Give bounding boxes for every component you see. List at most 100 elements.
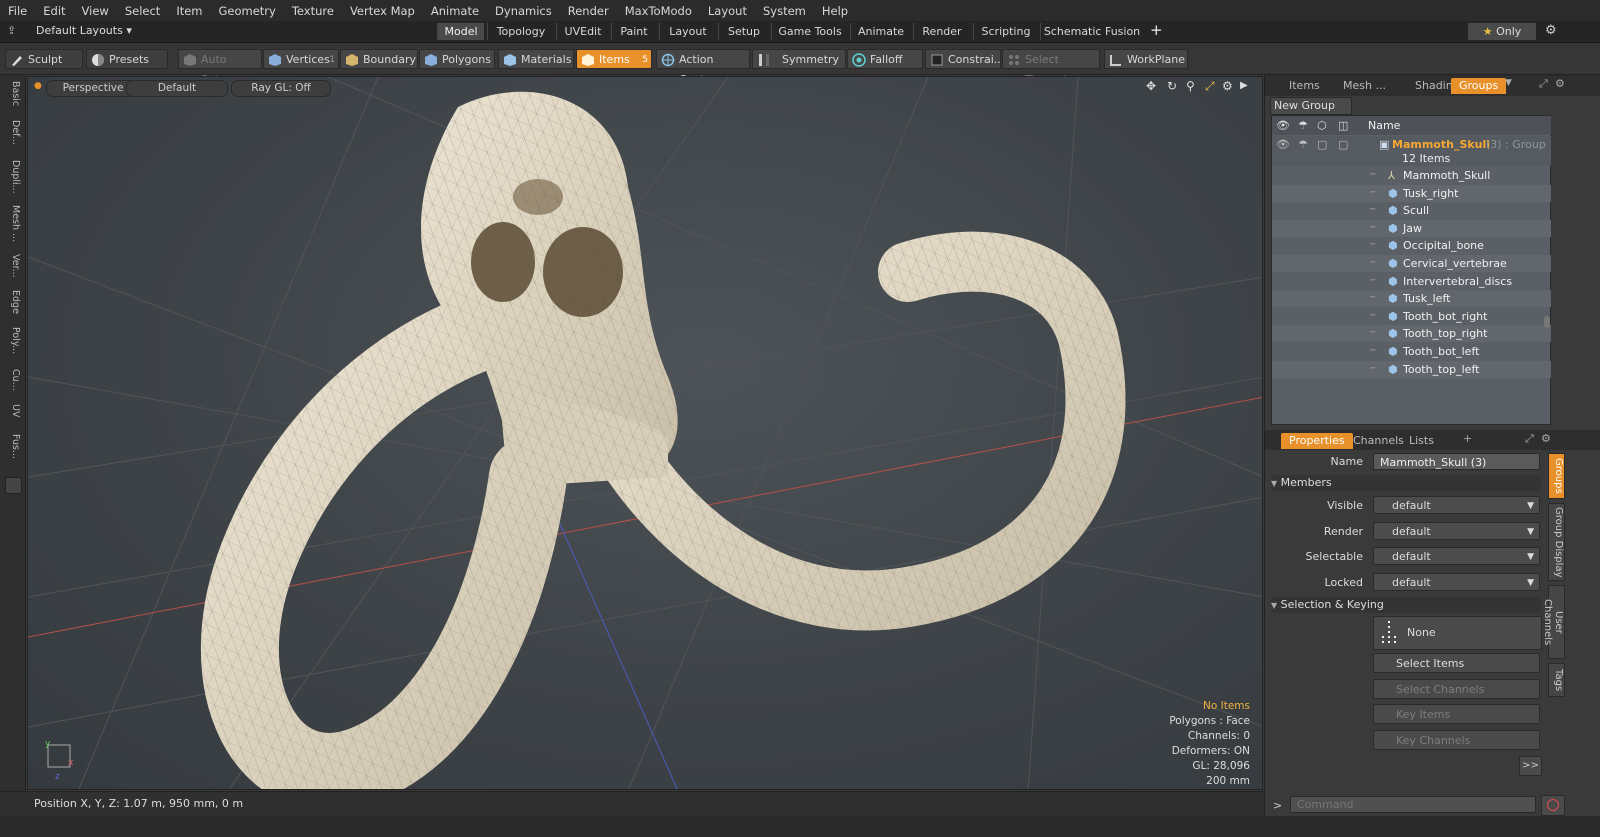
record-button[interactable] bbox=[1541, 795, 1565, 816]
menu-item-view[interactable]: View bbox=[74, 4, 117, 18]
only-button[interactable]: ★ Only bbox=[1468, 23, 1536, 40]
gear-icon[interactable]: ⚙ bbox=[1545, 23, 1557, 38]
command-input[interactable] bbox=[1290, 796, 1536, 813]
menu-item-item[interactable]: Item bbox=[168, 4, 210, 18]
side-tab-tags[interactable]: Tags bbox=[1548, 663, 1565, 697]
boundary-button[interactable]: Boundary bbox=[340, 49, 418, 69]
tree-item[interactable]: ┄ ⬢ Jaw bbox=[1272, 219, 1551, 237]
visible-dropdown[interactable]: default ▼ bbox=[1373, 496, 1540, 514]
lock-header-icon[interactable]: ◫ bbox=[1338, 116, 1348, 135]
tree-item[interactable]: ┄ ⬢ Tooth_bot_left bbox=[1272, 343, 1551, 360]
layout-tab-animate[interactable]: Animate bbox=[850, 23, 911, 40]
layout-tab-topology[interactable]: Topology bbox=[487, 23, 554, 40]
panel-expand-icon[interactable]: ⤢ bbox=[1539, 77, 1548, 91]
properties-tab-properties[interactable]: Properties bbox=[1281, 433, 1353, 449]
expand-panel-button[interactable] bbox=[5, 477, 22, 494]
key-channels-button[interactable]: Key Channels bbox=[1373, 730, 1540, 750]
properties-expand-icon[interactable]: ⤢ bbox=[1525, 432, 1534, 446]
layout-tab-uvedit[interactable]: UVEdit bbox=[556, 23, 609, 40]
workplane-button[interactable]: WorkPlane bbox=[1104, 49, 1188, 69]
sculpt-button[interactable]: Sculpt bbox=[5, 49, 83, 69]
left-tab-7[interactable]: Cu... bbox=[3, 365, 21, 395]
menu-item-render[interactable]: Render bbox=[560, 4, 617, 18]
menu-item-maxtomodo[interactable]: MaxToModo bbox=[617, 4, 700, 18]
render-header-icon[interactable]: ☂ bbox=[1298, 116, 1308, 135]
select-header-icon[interactable]: ⬡ bbox=[1317, 116, 1327, 135]
panel-menu-icon[interactable]: ▼ bbox=[1505, 78, 1512, 88]
layout-selector[interactable]: Default Layouts ▾ bbox=[36, 24, 132, 37]
vertices-button[interactable]: Vertices 1 bbox=[263, 49, 339, 69]
layout-tab-game-tools[interactable]: Game Tools bbox=[771, 23, 848, 40]
panel-gear-icon[interactable]: ⚙ bbox=[1555, 77, 1565, 90]
none-button[interactable]: None bbox=[1373, 616, 1542, 650]
menu-item-select[interactable]: Select bbox=[117, 4, 168, 18]
left-tab-2[interactable]: Dupli... bbox=[3, 155, 21, 199]
side-tab-user-channels[interactable]: User Channels bbox=[1542, 585, 1565, 659]
tree-item[interactable]: ┄ ⬢ Tusk_right bbox=[1272, 184, 1551, 202]
symmetry-button[interactable]: Symmetry bbox=[752, 49, 846, 69]
left-tab-4[interactable]: Ver... bbox=[3, 250, 21, 282]
panel-tab-groups[interactable]: Groups bbox=[1451, 78, 1507, 94]
tree-item[interactable]: ┄ ⬢ Tusk_left bbox=[1272, 290, 1551, 308]
tree-item[interactable]: ┄ ⬢ Tooth_bot_right bbox=[1272, 308, 1551, 325]
menu-item-edit[interactable]: Edit bbox=[35, 4, 73, 18]
tree-item[interactable]: ┄ ⅄ Mammoth_Skull bbox=[1272, 167, 1551, 184]
menu-item-vertex-map[interactable]: Vertex Map bbox=[342, 4, 423, 18]
tree-item[interactable]: ┄ ⬢ Tooth_top_left bbox=[1272, 360, 1551, 378]
add-properties-tab-icon[interactable]: + bbox=[1463, 432, 1472, 445]
select-items-button[interactable]: Select Items bbox=[1373, 653, 1540, 673]
tree-item[interactable]: ┄ ⬢ Intervertebral_discs bbox=[1272, 273, 1551, 290]
left-tab-6[interactable]: Poly... bbox=[3, 322, 21, 360]
group-select-icon[interactable]: ▢ bbox=[1317, 136, 1327, 153]
menu-item-animate[interactable]: Animate bbox=[423, 4, 487, 18]
3d-viewport[interactable]: ● Perspective Default Ray GL: Off ✥ ↻ ⚲ … bbox=[27, 76, 1263, 790]
left-tab-8[interactable]: UV bbox=[3, 400, 21, 422]
visibility-header-icon[interactable]: 👁 bbox=[1276, 116, 1290, 135]
properties-gear-icon[interactable]: ⚙ bbox=[1541, 432, 1551, 445]
left-tab-3[interactable]: Mesh ... bbox=[3, 203, 21, 245]
left-tab-9[interactable]: Fus... bbox=[3, 427, 21, 465]
menu-item-geometry[interactable]: Geometry bbox=[211, 4, 284, 18]
new-group-button[interactable]: New Group bbox=[1270, 97, 1352, 115]
more-button[interactable]: >> bbox=[1519, 756, 1542, 776]
layout-tab-paint[interactable]: Paint bbox=[611, 23, 656, 40]
layout-tab-render[interactable]: Render bbox=[913, 23, 970, 40]
group-visibility-icon[interactable]: 👁 bbox=[1276, 136, 1290, 153]
menu-item-dynamics[interactable]: Dynamics bbox=[487, 4, 560, 18]
tree-item[interactable]: ┄ ⬢ Occipital_bone bbox=[1272, 237, 1551, 254]
selection-keying-section[interactable]: ▼ Selection & Keying bbox=[1271, 597, 1541, 613]
add-tab-icon[interactable]: + bbox=[1150, 21, 1163, 39]
select-channels-button[interactable]: Select Channels bbox=[1373, 679, 1540, 699]
constraints-button[interactable]: Constrai... bbox=[925, 49, 1004, 69]
layout-tab-model[interactable]: Model bbox=[437, 23, 484, 40]
selectable-dropdown[interactable]: default ▼ bbox=[1373, 547, 1540, 565]
name-field[interactable]: Mammoth_Skull (3) bbox=[1373, 453, 1540, 470]
left-tab-5[interactable]: Edge bbox=[3, 287, 21, 317]
tree-item[interactable]: ┄ ⬢ Tooth_top_right bbox=[1272, 325, 1551, 343]
items-button[interactable]: Items 5 bbox=[576, 49, 652, 69]
layout-tab-layout[interactable]: Layout bbox=[659, 23, 716, 40]
left-tab-1[interactable]: Def... bbox=[3, 113, 21, 151]
menu-item-help[interactable]: Help bbox=[814, 4, 856, 18]
layout-tab-setup[interactable]: Setup bbox=[718, 23, 769, 40]
panel-tab-mesh[interactable]: Mesh ... bbox=[1335, 78, 1394, 94]
select-through-button[interactable]: Select Through bbox=[1002, 49, 1100, 86]
layout-tab-scripting[interactable]: Scripting bbox=[973, 23, 1038, 40]
layout-tab-schematic-fusion[interactable]: Schematic Fusion bbox=[1040, 23, 1143, 40]
falloff-button[interactable]: Falloff bbox=[847, 49, 923, 69]
panel-tab-items[interactable]: Items bbox=[1281, 78, 1328, 94]
render-dropdown[interactable]: default ▼ bbox=[1373, 522, 1540, 540]
presets-button[interactable]: Presets bbox=[86, 49, 168, 69]
menu-item-file[interactable]: File bbox=[0, 4, 35, 18]
tree-item[interactable]: ┄ ⬢ Scull bbox=[1272, 202, 1551, 219]
group-lock-icon[interactable]: ▢ bbox=[1338, 136, 1348, 153]
auto-select-button[interactable]: Auto Select bbox=[178, 49, 262, 86]
polygons-button[interactable]: Polygons bbox=[419, 49, 495, 69]
side-tab-groups[interactable]: Groups bbox=[1548, 453, 1565, 499]
locked-dropdown[interactable]: default ▼ bbox=[1373, 573, 1540, 591]
key-items-button[interactable]: Key Items bbox=[1373, 704, 1540, 724]
group-render-icon[interactable]: ☂ bbox=[1298, 136, 1308, 153]
menu-item-system[interactable]: System bbox=[755, 4, 814, 18]
layouts-icon[interactable]: ⇪ bbox=[7, 24, 16, 37]
group-row[interactable]: 👁 ☂ ▢ ▢ ▣ Mammoth_Skull (3) : Group 12 I… bbox=[1272, 136, 1551, 166]
